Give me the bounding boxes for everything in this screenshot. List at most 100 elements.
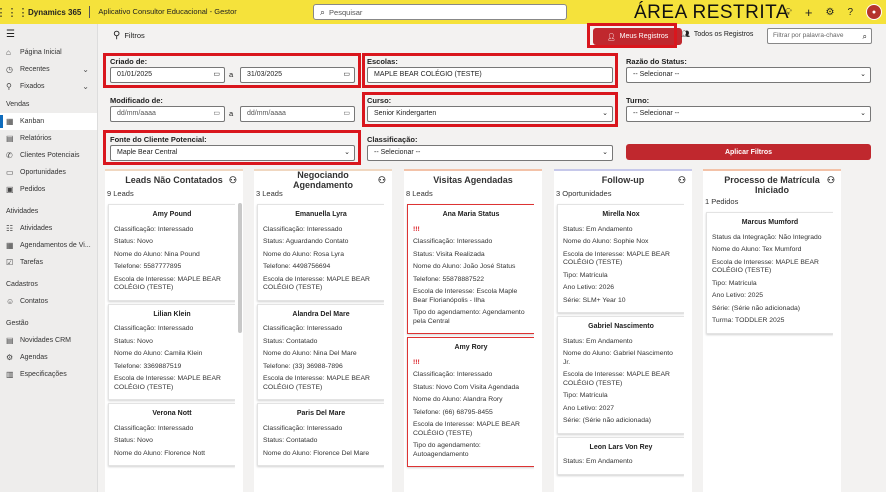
brand-name[interactable]: Dynamics 365 [24,8,89,17]
sidebar-item-agendamentos[interactable]: ▦ Agendamentos de Vi... [0,237,97,254]
sidebar-item-especificacoes[interactable]: ▥ Especificações [0,366,97,383]
help-icon[interactable]: ? [847,7,853,18]
column-count: 8 Leads [406,189,433,198]
card-field: Nome do Aluno: Camila Klein [114,350,203,357]
card-field: Status da Integração: Não Integrado [712,233,822,241]
card-field: Escola de Interesse: MAPLE BEAR COLÉGIO … [413,421,520,437]
card-field: Status: Novo Com Visita Agendada [413,383,520,391]
card-field: Telefone: (33) 36988-7896 [263,362,343,370]
search-icon[interactable]: ⌕ [863,30,867,44]
card-name: Amy Pound [152,211,192,218]
mod-to-input[interactable]: dd/mm/aaaa ▭ [240,106,355,122]
chevron-down-icon[interactable]: ⌄ [82,82,89,91]
card-field: Status: Em Andamento [563,458,633,465]
card-field: Classificação: Interessado [263,424,343,432]
card-field: Nome do Aluno: Gabriel Nascimento Jr. [563,350,673,366]
card-field: Status: Novo [114,437,153,444]
card-name: Emanuella Lyra [295,211,347,218]
search-icon: ⌕ [320,6,326,17]
calendar-icon[interactable]: ▭ [343,107,350,121]
sidebar-item-home[interactable]: ⌂ Página Inicial [0,44,97,61]
menu-icon[interactable]: ☰ [0,24,97,44]
lightbulb-icon[interactable]: 💡︎ [785,7,792,18]
person-icon[interactable]: ⚇ [678,175,686,185]
card-field: Telefone: 4498756694 [263,263,331,270]
card-list: Amy Pound Classificação: Interessado Statu… [105,201,235,492]
card-name: Marcus Mumford [741,219,799,226]
filters-toggle[interactable]: ⚲ Filtros [113,30,145,41]
plus-icon[interactable]: + [805,5,813,20]
kanban-column-negociando: Negociando Agendamento ⚇ 3 Leads Emanuell… [254,169,392,492]
sidebar-item-clientes[interactable]: ✆ Clientes Potenciais [0,147,97,164]
sidebar-item-atividades[interactable]: ☷ Atividades [0,220,97,237]
card-field: Status: Novo [114,238,153,245]
sidebar-item-pinned[interactable]: ⚲ Fixados ⌄ [0,78,97,95]
kanban-card[interactable]: Gabriel Nascimento Status: Em Andamento No… [557,316,684,434]
kanban-card[interactable]: Ana Maria Status!!! Classificação: Intere… [407,204,534,334]
card-field: Status: Em Andamento [563,337,633,345]
scrollbar[interactable] [238,203,242,333]
turno-select[interactable]: -- Selecionar -- ⌄ [626,106,871,122]
card-field: Escola de Interesse: MAPLE BEAR COLÉGIO … [114,375,221,391]
sidebar-item-agendas[interactable]: ⚙ Agendas [0,349,97,366]
section-gestao: Gestão [6,320,29,327]
razao-select[interactable]: -- Selecionar -- ⌄ [626,67,871,83]
mod-from-input[interactable]: dd/mm/aaaa ▭ [110,106,225,122]
people-icon: 👥︎ [681,31,690,38]
column-title: Leads Não Contatados [125,175,223,185]
kanban-card[interactable]: Emanuella Lyra Classificação: Interessado… [257,204,384,301]
card-field: Telefone: 3369887519 [114,362,182,370]
card-field: Classificação: Interessado [263,225,343,233]
sidebar-item-contatos[interactable]: ☺ Contatos [0,293,97,310]
chevron-down-icon[interactable]: ⌄ [82,65,89,74]
aplicar-filtros-button[interactable]: Aplicar Filtros [626,144,871,160]
kanban-card[interactable]: Leon Lars Von Rey Status: Em Andamento [557,436,684,475]
sidebar-item-pedidos[interactable]: ▣ Pedidos [0,181,97,198]
card-field: Tipo: Matrícula [712,279,757,287]
kanban-card[interactable]: Paris Del Mare Classificação: Interessado… [257,403,384,466]
card-field: Tipo do agendamento: Autoagendamento [413,442,481,458]
card-list: Mirella Nox Status: Em Andamento Nome do A… [554,201,684,492]
sidebar-item-recent[interactable]: ◷ Recentes ⌄ [0,61,97,78]
section-cadastros: Cadastros [6,281,38,288]
task-icon: ☑ [6,258,14,267]
kanban-card[interactable]: Alandra Del Mare Classificação: Interessa… [257,303,384,400]
person-icon[interactable]: ⚇ [378,175,386,185]
card-field: Status: Contatado [263,437,318,444]
sidebar-item-novidades[interactable]: ▤ Novidades CRM [0,332,97,349]
app-title[interactable]: Aplicativo Consultor Educacional - Gesto… [89,6,237,18]
person-icon[interactable]: ⚇ [229,175,237,185]
card-field: Nome do Aluno: Florence Del Mare [263,449,370,457]
card-name: Mirella Nox [602,211,640,218]
card-field: Telefone: 55878887522 [413,275,485,283]
sidebar-item-oportunidades[interactable]: ▭ Oportunidades [0,164,97,181]
sidebar: ☰ ⌂ Página Inicial ◷ Recentes ⌄ ⚲ Fixados ⌄ V… [0,24,98,492]
avatar[interactable]: ● [866,4,882,20]
kanban-card[interactable]: Verona Nott Classificação: Interessado Sta… [108,403,235,466]
keyword-filter-input[interactable]: Filtrar por palavra-chave ⌕ [767,28,872,44]
calendar-icon[interactable]: ▭ [213,107,220,121]
kanban-card[interactable]: Mirella Nox Status: Em Andamento Nome do A… [557,204,684,313]
sidebar-item-tarefas[interactable]: ☑ Tarefas [0,254,97,271]
kanban-card[interactable]: Amy Pound Classificação: Interessado Statu… [108,204,235,301]
gear-icon[interactable]: ⚙ [825,7,834,18]
section-atividades: Atividades [6,208,39,215]
classificacao-select[interactable]: -- Selecionar -- ⌄ [367,145,613,161]
kanban-card[interactable]: Amy Rory!!! Classificação: Interessado Sta… [407,337,534,467]
card-list: Ana Maria Status!!! Classificação: Intere… [404,201,534,492]
card-field: Nome do Aluno: Nina Pound [114,250,200,258]
agenda-icon: ⚙ [6,353,14,362]
card-name: Leon Lars Von Rey [589,443,653,451]
app-launcher-icon[interactable]: ⋮⋮⋮ [0,0,29,24]
highlight-box [103,130,361,165]
todos-registros-button[interactable]: 👥︎ Todos os Registros [681,30,753,39]
search-input[interactable]: ⌕ Pesquisar [313,4,567,20]
kanban-card[interactable]: Lilian Klein Classificação: Interessado St… [108,303,235,400]
kanban-card[interactable]: Marcus Mumford Status da Integração: Não … [706,212,833,334]
card-list: Marcus Mumford Status da Integração: Não … [703,209,833,492]
sidebar-item-relatorios[interactable]: ▤ Relatórios [0,130,97,147]
highlight-box [362,92,618,127]
card-field: Escola de Interesse: MAPLE BEAR COLÉGIO … [263,375,370,391]
sidebar-item-kanban[interactable]: ▦ Kanban [0,113,97,130]
person-icon[interactable]: ⚇ [827,175,835,185]
